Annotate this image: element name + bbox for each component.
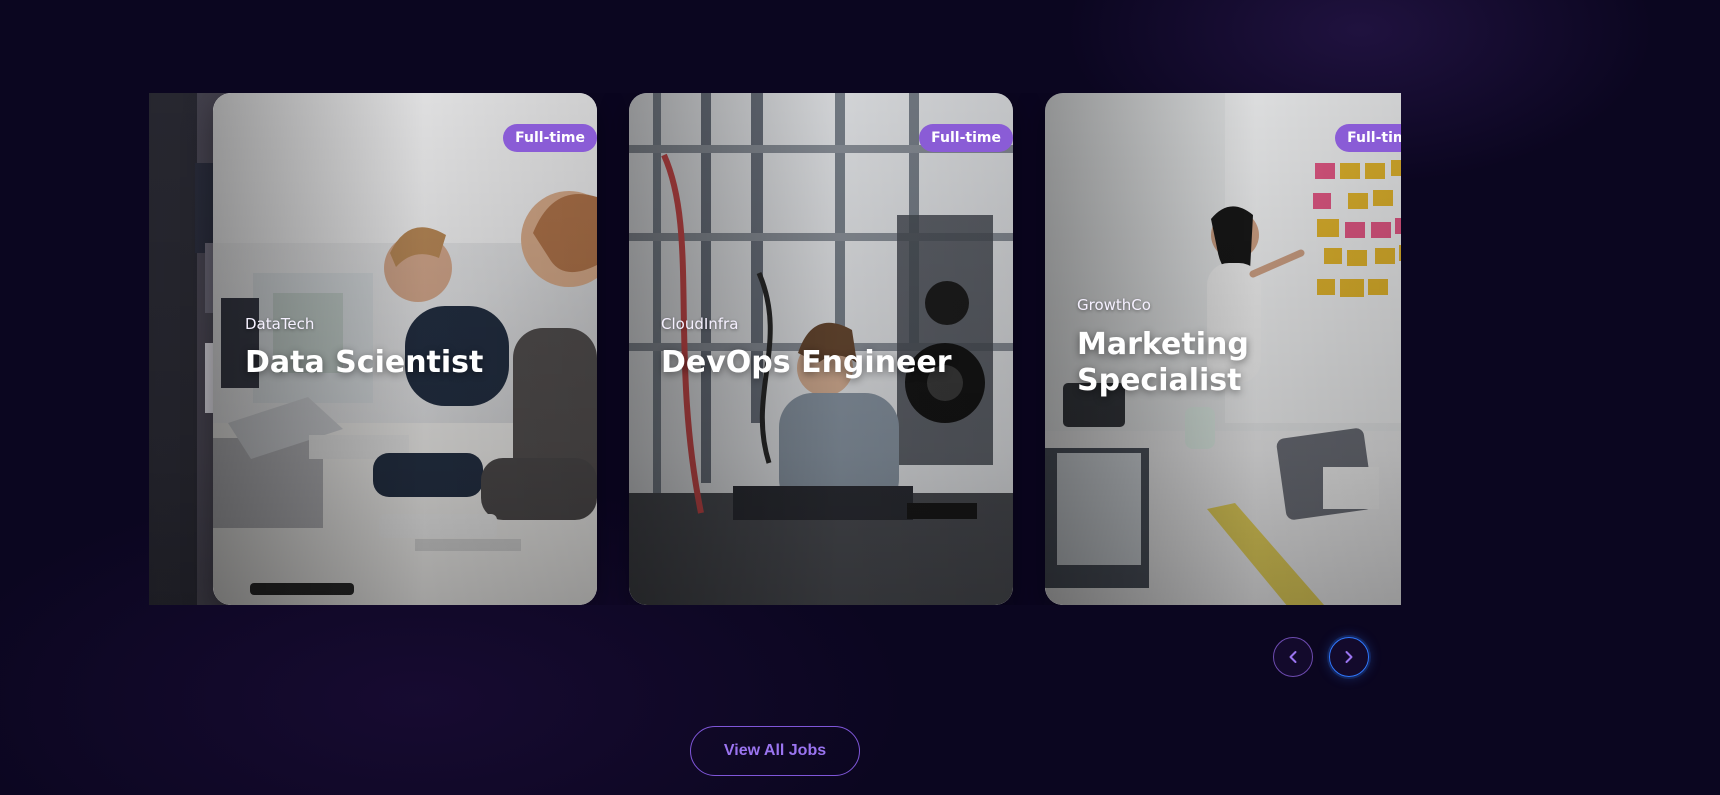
view-all-jobs-button[interactable]: View All Jobs (690, 726, 860, 776)
job-card-marketing-specialist[interactable]: Full-time GrowthCo Marketing Specialist (1045, 93, 1401, 605)
previous-button[interactable] (1273, 637, 1313, 677)
job-card-devops-engineer[interactable]: Full-time CloudInfra DevOps Engineer (629, 93, 1013, 605)
employment-type-badge: Full-time (919, 124, 1013, 152)
job-title: Marketing Specialist (1077, 327, 1249, 398)
job-card-data-scientist[interactable]: Full-time DataTech Data Scientist (213, 93, 597, 605)
job-card-track: Full-time DataTech Data Scientist Full-t… (149, 93, 1401, 605)
chevron-left-icon (1289, 651, 1297, 663)
job-title: DevOps Engineer (661, 345, 952, 380)
jobs-carousel-section: Full-time DataTech Data Scientist Full-t… (0, 0, 1720, 795)
company-name: DataTech (245, 315, 315, 333)
employment-type-badge: Full-time (503, 124, 597, 152)
company-name: CloudInfra (661, 315, 739, 333)
chevron-right-icon (1345, 651, 1353, 663)
next-button[interactable] (1329, 637, 1369, 677)
job-title: Data Scientist (245, 345, 484, 380)
company-name: GrowthCo (1077, 296, 1151, 314)
employment-type-badge: Full-time (1335, 124, 1401, 152)
